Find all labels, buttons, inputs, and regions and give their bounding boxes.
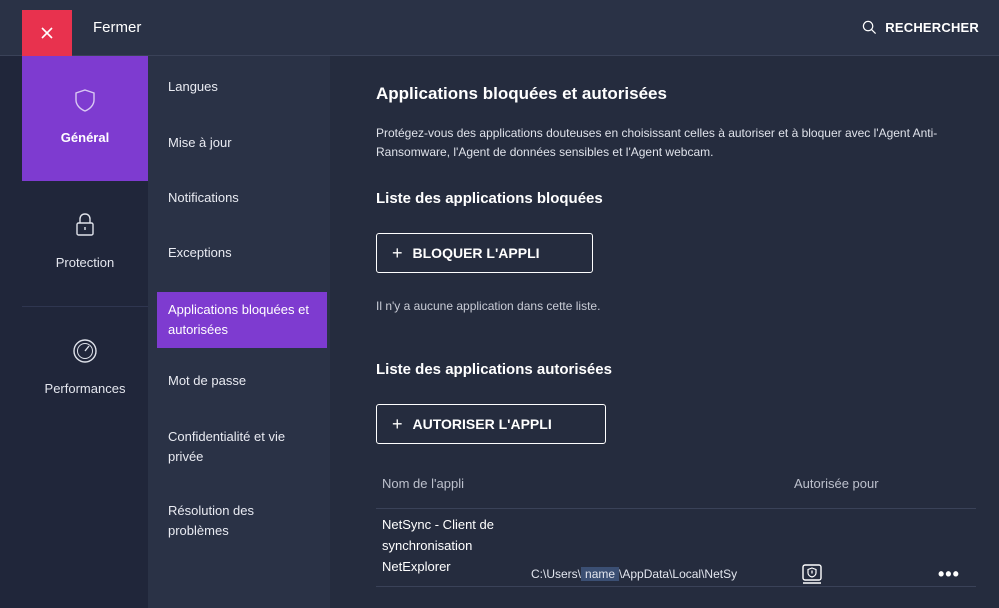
blocked-empty-message: Il n'y a aucune application dans cette l… (376, 299, 601, 313)
speedometer-icon (73, 339, 97, 363)
lock-icon (76, 213, 94, 236)
category-label: Performances (44, 381, 126, 396)
allow-app-label: AUTORISER L'APPLI (412, 416, 552, 432)
subnav-item-langues[interactable]: Langues (157, 77, 327, 97)
plus-icon: + (392, 413, 403, 434)
plus-icon: + (392, 242, 403, 263)
search-label: RECHERCHER (885, 20, 979, 35)
category-protection[interactable]: Protection (22, 181, 148, 306)
category-label: Général (60, 130, 110, 145)
column-header-allowed-for: Autorisée pour (794, 476, 879, 491)
main-content: Applications bloquées et autorisées Prot… (330, 56, 999, 608)
subnav-item-mot-de-passe[interactable]: Mot de passe (157, 371, 327, 391)
search-button[interactable]: RECHERCHER (862, 20, 979, 35)
subnav-item-applications[interactable]: Applications bloquées et autorisées (157, 292, 327, 348)
close-label[interactable]: Fermer (93, 19, 141, 36)
category-general[interactable]: Général (22, 56, 148, 181)
ransomware-shield-icon (802, 564, 822, 584)
allow-app-button[interactable]: + AUTORISER L'APPLI (376, 404, 606, 444)
path-suffix: \AppData\Local\NetSy (619, 567, 738, 581)
more-options-button[interactable]: ••• (938, 564, 960, 585)
allowed-list-heading: Liste des applications autorisées (376, 361, 612, 378)
block-app-button[interactable]: + BLOQUER L'APPLI (376, 233, 593, 273)
left-rail (0, 56, 22, 608)
blocked-list-heading: Liste des applications bloquées (376, 190, 603, 207)
block-app-label: BLOQUER L'APPLI (412, 245, 540, 261)
subnav-item-resolution[interactable]: Résolution des problèmes (157, 501, 297, 541)
page-title: Applications bloquées et autorisées (376, 84, 667, 103)
divider (376, 586, 976, 587)
path-prefix: C:\Users\ (531, 567, 582, 581)
divider (376, 508, 976, 509)
shield-icon (75, 89, 95, 112)
path-masked-user: name (581, 567, 620, 581)
category-performances[interactable]: Performances (22, 306, 148, 431)
top-bar: Fermer RECHERCHER (0, 0, 999, 56)
page-description: Protégez-vous des applications douteuses… (376, 126, 938, 159)
app-path: C:\Users\ name \AppData\Local\NetSy (531, 567, 769, 581)
subnav-item-confidentialite[interactable]: Confidentialité et vie privée (157, 427, 307, 467)
column-header-name: Nom de l'appli (382, 476, 464, 491)
category-label: Protection (55, 255, 115, 270)
search-icon (863, 20, 877, 35)
subnav-item-exceptions[interactable]: Exceptions (157, 243, 327, 263)
subnav-item-mise-a-jour[interactable]: Mise à jour (157, 133, 327, 153)
close-icon (41, 27, 53, 39)
close-button[interactable] (22, 10, 72, 56)
settings-subnav: Langues Mise à jour Notifications Except… (148, 56, 330, 608)
app-name: NetSync - Client de synchronisation NetE… (382, 517, 494, 574)
category-nav: Général Protection Performances (22, 56, 148, 608)
subnav-item-notifications[interactable]: Notifications (157, 188, 327, 208)
